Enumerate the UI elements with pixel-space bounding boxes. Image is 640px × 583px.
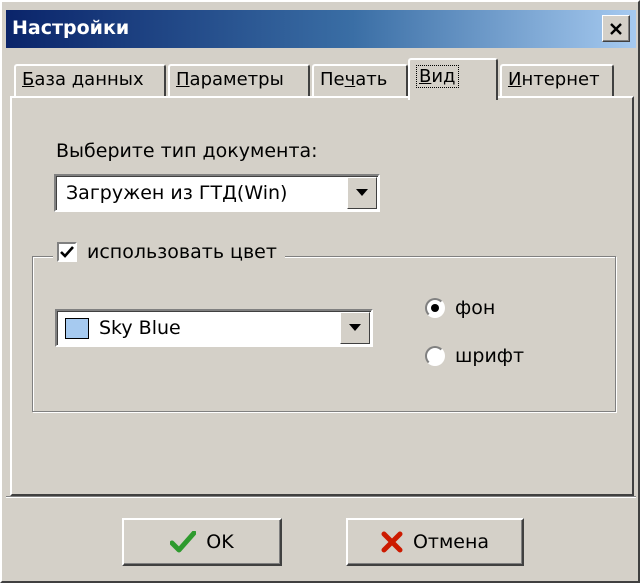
ok-label: OK (206, 531, 234, 553)
tab-view[interactable]: Вид (408, 58, 498, 100)
radio-background-button[interactable] (425, 298, 445, 318)
use-color-checkbox[interactable] (57, 242, 77, 262)
tab-view-label: ид (431, 66, 456, 87)
tab-database[interactable]: База данных (14, 64, 166, 98)
radio-selected-dot (431, 304, 439, 312)
checkmark-icon (170, 531, 197, 553)
tab-view-focus: Вид (416, 65, 459, 88)
checkmark-icon (60, 246, 74, 258)
doc-type-select[interactable]: Загружен из ГТД(Win) (54, 174, 380, 212)
tab-strip: База данных Параметры Печать Вид Интерне… (14, 58, 634, 100)
color-value: Sky Blue (99, 317, 181, 339)
radio-background[interactable]: фон (425, 297, 495, 319)
ok-button[interactable]: OK (122, 518, 282, 566)
use-color-label: использовать цвет (87, 241, 277, 263)
radio-font-button[interactable] (425, 346, 445, 366)
tab-database-accel: Б (22, 69, 35, 90)
tab-print-accel: ч (344, 69, 356, 90)
cancel-button[interactable]: Отмена (346, 518, 524, 566)
view-tab-panel: Выберите тип документа: Загружен из ГТД(… (10, 96, 634, 496)
chevron-down-icon (356, 189, 368, 196)
window-title: Настройки (12, 17, 130, 39)
radio-font[interactable]: шрифт (425, 345, 524, 367)
close-icon (610, 22, 622, 35)
footer-divider (6, 496, 636, 498)
use-color-toggle[interactable]: использовать цвет (53, 241, 285, 263)
doc-type-dropdown-button[interactable] (347, 177, 377, 209)
cross-icon (381, 531, 403, 553)
tab-parameters[interactable]: Параметры (168, 64, 310, 98)
doc-type-value: Загружен из ГТД(Win) (66, 182, 288, 204)
tab-view-accel: В (419, 66, 432, 87)
tab-print-label-a: Пе (320, 69, 345, 90)
color-select[interactable]: Sky Blue (55, 309, 373, 347)
settings-dialog: Настройки База данных Параметры Печать В… (0, 0, 640, 583)
tab-print-label-b: ать (355, 69, 388, 90)
tab-print[interactable]: Печать (312, 64, 408, 98)
tab-internet-label: нтернет (521, 69, 600, 90)
tab-internet-accel: И (508, 69, 522, 90)
color-dropdown-button[interactable] (340, 312, 370, 344)
tab-parameters-label: араметры (189, 69, 284, 90)
chevron-down-icon (349, 324, 361, 331)
radio-font-label: шрифт (455, 345, 525, 367)
radio-background-label: фон (455, 297, 496, 319)
tab-database-label: аза данных (34, 69, 144, 90)
tab-internet[interactable]: Интернет (500, 64, 614, 98)
close-button[interactable] (602, 15, 630, 42)
title-bar[interactable]: Настройки (6, 10, 636, 48)
color-swatch (65, 318, 89, 339)
doc-type-label: Выберите тип документа: (56, 140, 318, 162)
cancel-label: Отмена (412, 531, 490, 553)
tab-parameters-accel: П (176, 69, 190, 90)
color-groupbox: использовать цвет Sky Blue фон шрифт (32, 241, 616, 412)
